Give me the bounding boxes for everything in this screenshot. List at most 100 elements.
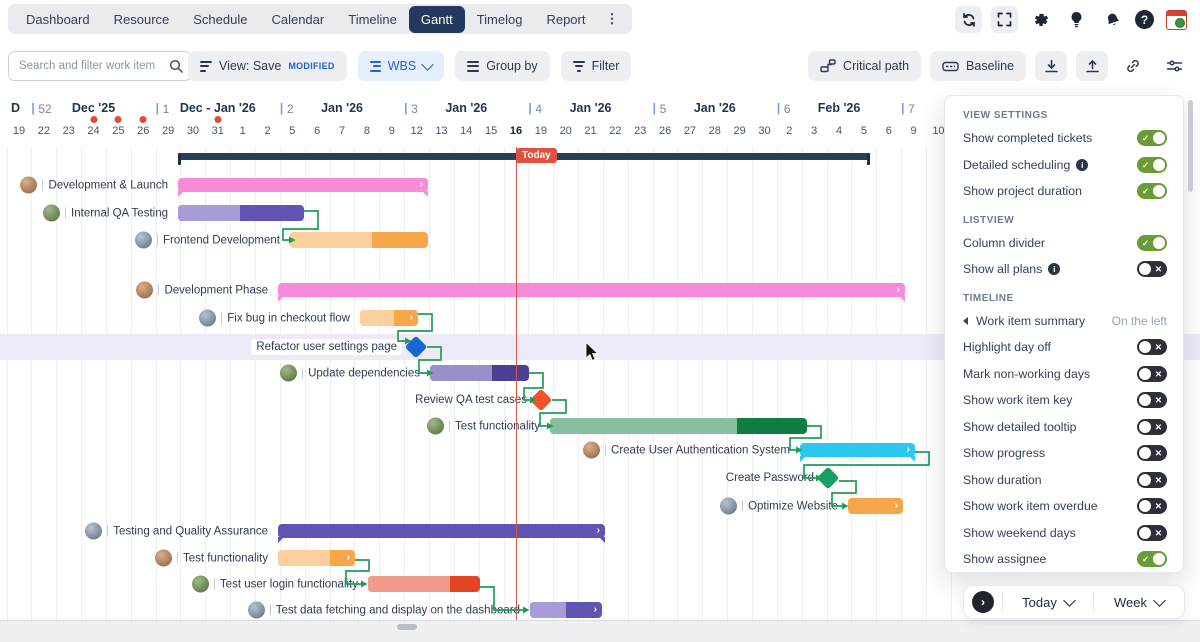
- setting-show-work-item-overdue[interactable]: Show work item overdue✕: [945, 493, 1183, 520]
- task-bar[interactable]: ›: [530, 602, 602, 618]
- upload-icon[interactable]: [1076, 51, 1108, 81]
- lightbulb-icon[interactable]: [1063, 6, 1090, 33]
- sync-icon[interactable]: [955, 6, 982, 33]
- setting-work-item-summary[interactable]: Work item summaryOn the left: [945, 308, 1183, 335]
- task-bar[interactable]: ›: [848, 498, 903, 514]
- toggle-off[interactable]: ✕: [1137, 419, 1167, 435]
- toggle-on[interactable]: ✓: [1137, 157, 1167, 173]
- expand-chevron-icon[interactable]: ›: [895, 501, 898, 511]
- assignee-avatar[interactable]: [280, 365, 297, 382]
- horizontal-scrollbar[interactable]: [397, 624, 417, 630]
- link-icon[interactable]: [1117, 51, 1149, 81]
- summary-bar[interactable]: ›: [178, 178, 428, 192]
- wbs-dropdown[interactable]: WBS: [358, 51, 444, 81]
- setting-show-weekend-days[interactable]: Show weekend days✕: [945, 520, 1183, 547]
- day-tick: 5: [289, 125, 295, 137]
- setting-column-divider[interactable]: Column divider✓: [945, 230, 1183, 257]
- toggle-off[interactable]: ✕: [1137, 366, 1167, 382]
- assignee-avatar[interactable]: [135, 232, 152, 249]
- vertical-scrollbar[interactable]: [1188, 100, 1193, 192]
- jump-forward-button[interactable]: ›: [972, 591, 994, 613]
- toggle-on[interactable]: ✓: [1137, 551, 1167, 567]
- assignee-avatar[interactable]: [85, 523, 102, 540]
- filter-button[interactable]: Filter: [561, 51, 632, 81]
- tab-gantt[interactable]: Gantt: [409, 6, 465, 33]
- expand-chevron-icon[interactable]: ›: [410, 313, 413, 323]
- today-dropdown[interactable]: Today: [1011, 595, 1085, 610]
- search-input[interactable]: [17, 59, 163, 73]
- bell-icon[interactable]: [1099, 6, 1126, 33]
- setting-show-progress[interactable]: Show progress✕: [945, 440, 1183, 467]
- view-options-sliders-icon[interactable]: [1158, 51, 1190, 81]
- gear-icon[interactable]: [1027, 6, 1054, 33]
- fullscreen-icon[interactable]: [991, 6, 1018, 33]
- group-by-button[interactable]: Group by: [455, 51, 549, 81]
- setting-detailed-scheduling[interactable]: Detailed schedulingi✓: [945, 152, 1183, 179]
- setting-show-all-plans[interactable]: Show all plansi✕: [945, 256, 1183, 283]
- expand-chevron-icon[interactable]: ›: [897, 285, 900, 295]
- assignee-avatar[interactable]: [155, 550, 172, 567]
- assignee-avatar[interactable]: [720, 498, 737, 515]
- baseline-button[interactable]: Baseline: [930, 51, 1026, 81]
- setting-show-detailed-tooltip[interactable]: Show detailed tooltip✕: [945, 414, 1183, 441]
- tab-resource[interactable]: Resource: [102, 6, 182, 33]
- task-bar[interactable]: ›: [278, 550, 355, 566]
- tab-timeline[interactable]: Timeline: [336, 6, 409, 33]
- expand-chevron-icon[interactable]: ›: [907, 445, 910, 455]
- week-zoom-dropdown[interactable]: Week: [1102, 595, 1176, 610]
- assignee-avatar[interactable]: [43, 205, 60, 222]
- setting-show-completed-tickets[interactable]: Show completed tickets✓: [945, 125, 1183, 152]
- expand-chevron-icon[interactable]: ›: [420, 180, 423, 190]
- expand-chevron-icon[interactable]: ›: [347, 553, 350, 563]
- assignee-avatar[interactable]: [199, 310, 216, 327]
- task-bar[interactable]: ›: [360, 310, 418, 326]
- assignee-avatar[interactable]: [136, 282, 153, 299]
- tab-schedule[interactable]: Schedule: [181, 6, 259, 33]
- toggle-off[interactable]: ✕: [1137, 392, 1167, 408]
- toggle-off[interactable]: ✕: [1137, 261, 1167, 277]
- toggle-off[interactable]: ✕: [1137, 472, 1167, 488]
- toggle-on[interactable]: ✓: [1137, 235, 1167, 251]
- assignee-avatar[interactable]: [192, 576, 209, 593]
- assignee-avatar[interactable]: [248, 602, 265, 619]
- task-bar[interactable]: [430, 365, 529, 381]
- toggle-off[interactable]: ✕: [1137, 525, 1167, 541]
- task-bar[interactable]: [290, 232, 428, 248]
- assignee-avatar[interactable]: [20, 177, 37, 194]
- task-bar[interactable]: [178, 205, 304, 221]
- search-box[interactable]: [8, 51, 192, 81]
- setting-mark-non-working-days[interactable]: Mark non-working days✕: [945, 361, 1183, 388]
- expand-chevron-icon[interactable]: ›: [594, 605, 597, 615]
- download-icon[interactable]: [1035, 51, 1067, 81]
- setting-show-assignee[interactable]: Show assignee✓: [945, 546, 1183, 573]
- toggle-off[interactable]: ✕: [1137, 498, 1167, 514]
- summary-bar[interactable]: ›: [278, 524, 605, 538]
- setting-show-work-item-key[interactable]: Show work item key✕: [945, 387, 1183, 414]
- expand-chevron-icon[interactable]: ›: [597, 526, 600, 536]
- planner-calendar-icon[interactable]: [1163, 6, 1190, 33]
- task-bar[interactable]: [368, 576, 480, 592]
- assignee-avatar[interactable]: [427, 418, 444, 435]
- setting-show-project-duration[interactable]: Show project duration✓: [945, 178, 1183, 205]
- toggle-on[interactable]: ✓: [1137, 183, 1167, 199]
- summary-bar[interactable]: ›: [800, 443, 915, 457]
- milestone-diamond[interactable]: [530, 389, 553, 412]
- toggle-on[interactable]: ✓: [1137, 130, 1167, 146]
- summary-bar[interactable]: ›: [278, 283, 905, 297]
- more-tabs-button[interactable]: ⋮: [597, 5, 626, 33]
- toggle-off[interactable]: ✕: [1137, 339, 1167, 355]
- task-bar[interactable]: [550, 418, 807, 434]
- setting-show-duration[interactable]: Show duration✕: [945, 467, 1183, 494]
- month-label: Jan '26: [694, 101, 736, 115]
- tab-report[interactable]: Report: [534, 6, 597, 33]
- tab-dashboard[interactable]: Dashboard: [14, 6, 102, 33]
- setting-highlight-day-off[interactable]: Highlight day off✕: [945, 334, 1183, 361]
- critical-path-button[interactable]: Critical path: [808, 51, 921, 81]
- help-icon[interactable]: ?: [1135, 10, 1154, 29]
- tab-calendar[interactable]: Calendar: [259, 6, 336, 33]
- toggle-off[interactable]: ✕: [1137, 445, 1167, 461]
- tab-timelog[interactable]: Timelog: [465, 6, 535, 33]
- milestone-diamond[interactable]: [817, 467, 840, 490]
- assignee-avatar[interactable]: [583, 442, 600, 459]
- view-save-button[interactable]: View: Save MODIFIED: [188, 51, 347, 81]
